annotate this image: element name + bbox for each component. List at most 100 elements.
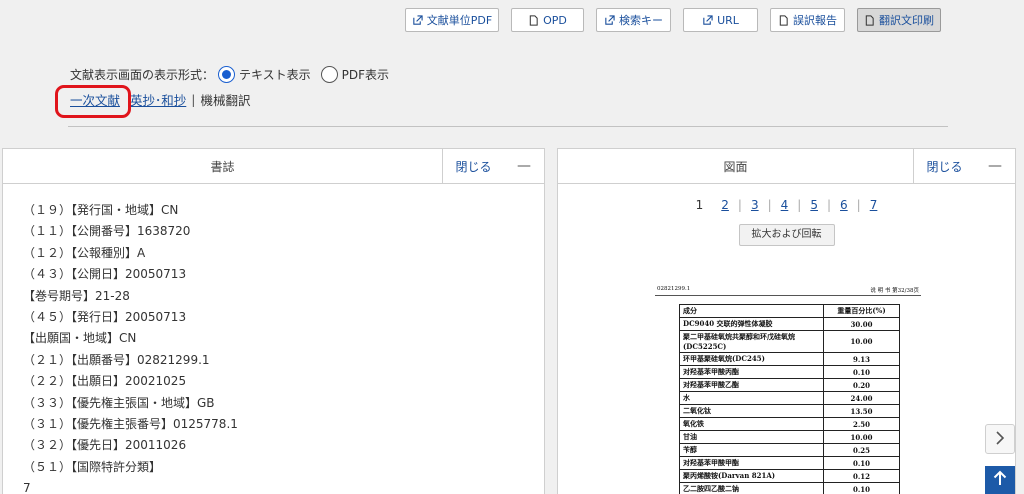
bibliography-content: （１９）【発行国・地域】CN （１１）【公開番号】1638720 （１２）【公報… bbox=[3, 184, 544, 494]
biblio-line: （１２）【公報種別】A bbox=[23, 245, 146, 260]
figure-minimize-button[interactable]: — bbox=[975, 149, 1015, 183]
scroll-to-top-button[interactable] bbox=[985, 466, 1015, 494]
document-icon bbox=[864, 14, 875, 26]
biblio-line: （２２）【出願日】20021025 bbox=[23, 374, 187, 389]
table-row: 聚二甲基硅氧烷共聚醇和环戊硅氧烷 (DC5225C) 10.00 bbox=[679, 330, 900, 353]
document-page-label: 说 明 书 第32/38页 bbox=[870, 288, 919, 294]
url-button[interactable]: URL bbox=[683, 8, 758, 32]
next-page-arrow-button[interactable] bbox=[985, 424, 1015, 454]
toolbar: 文献単位PDF OPD 検索キー URL 誤訳報告 翻訳文印刷 bbox=[405, 8, 941, 32]
percentage-cell: 13.50 bbox=[823, 404, 900, 418]
percentage-cell: 0.10 bbox=[823, 482, 900, 494]
table-row: 环甲基聚硅氧烷(DC245) 9.13 bbox=[679, 352, 900, 366]
external-link-icon bbox=[604, 14, 615, 26]
biblio-line: （１１）【公開番号】1638720 bbox=[23, 224, 191, 239]
english-japanese-abstract-link[interactable]: 英抄･和抄 bbox=[130, 90, 186, 109]
ingredient-cell: 成分 bbox=[679, 304, 824, 318]
table-row: 氧化铁 2.50 bbox=[679, 417, 900, 431]
biblio-line: （４３）【公開日】20050713 bbox=[23, 267, 187, 282]
bibliography-panel-title: 書誌 bbox=[210, 159, 235, 174]
percentage-cell: 0.12 bbox=[823, 469, 900, 483]
bibliography-close-button[interactable]: 閉じる bbox=[442, 149, 504, 183]
text-display-radio[interactable] bbox=[218, 66, 236, 83]
table-row: 对羟基苯甲酸丙酯 0.10 bbox=[679, 365, 900, 379]
figure-panel-header: 図面 閉じる — bbox=[558, 149, 1015, 184]
opd-label: OPD bbox=[543, 13, 567, 27]
ingredient-cell: 环甲基聚硅氧烷(DC245) bbox=[679, 352, 824, 366]
table-row: 苄醇 0.25 bbox=[679, 443, 900, 457]
bibliography-panel-header: 書誌 閉じる — bbox=[3, 149, 544, 184]
biblio-line: 【巻号期号】21-28 bbox=[23, 288, 130, 303]
percentage-cell: 0.25 bbox=[823, 443, 900, 457]
biblio-line: （２１）【出願番号】02821299.1 bbox=[23, 352, 210, 367]
url-label: URL bbox=[717, 13, 739, 27]
external-link-icon bbox=[702, 14, 713, 26]
document-page-header: 02821299.1 说 明 书 第32/38页 bbox=[655, 285, 921, 296]
table-row: 聚丙烯酸铵(Darvan 821A) 0.12 bbox=[679, 469, 900, 483]
percentage-cell: 30.00 bbox=[823, 317, 900, 331]
page-1-current: 1 bbox=[695, 198, 704, 212]
ingredients-table: 成分 重量百分比(%) DC9040 交联的弹性体凝胶 30.00 聚二甲基硅氧烷共聚醇… bbox=[679, 304, 900, 494]
link-separator: | bbox=[191, 92, 196, 107]
zoom-rotate-button[interactable]: 拡大および回転 bbox=[738, 224, 835, 246]
biblio-line: （３２）【優先日】20011026 bbox=[23, 438, 187, 453]
pdf-display-radio[interactable] bbox=[320, 66, 338, 83]
text-display-option-label[interactable]: テキスト表示 bbox=[239, 66, 311, 83]
ingredient-cell: 对羟基苯甲酸乙酯 bbox=[679, 378, 824, 392]
percentage-cell: 9.13 bbox=[823, 352, 900, 366]
ingredient-cell: 聚二甲基硅氧烷共聚醇和环戊硅氧烷 (DC5225C) bbox=[679, 330, 824, 353]
percentage-cell: 重量百分比(%) bbox=[823, 304, 900, 318]
biblio-line: 【出願国・地域】CN bbox=[23, 331, 137, 346]
document-unit-pdf-label: 文献単位PDF bbox=[426, 14, 493, 27]
bibliography-minimize-button[interactable]: — bbox=[504, 149, 544, 183]
document-unit-pdf-button[interactable]: 文献単位PDF bbox=[405, 8, 499, 32]
page-5-link[interactable]: 5 bbox=[801, 198, 827, 212]
page-2-link[interactable]: 2 bbox=[712, 198, 738, 212]
opd-button[interactable]: OPD bbox=[511, 8, 584, 32]
biblio-line: 7 bbox=[23, 481, 31, 494]
percentage-cell: 10.00 bbox=[823, 430, 900, 444]
table-row: 二氧化钛 13.50 bbox=[679, 404, 900, 418]
page-3-link[interactable]: 3 bbox=[742, 198, 768, 212]
figure-panel-title: 図面 bbox=[723, 159, 748, 174]
chevron-right-icon bbox=[995, 430, 1005, 449]
print-translation-button[interactable]: 翻訳文印刷 bbox=[857, 8, 941, 32]
page-7-link[interactable]: 7 bbox=[861, 198, 887, 212]
ingredient-cell: 二氧化钛 bbox=[679, 404, 824, 418]
table-row: 对羟基苯甲酸乙酯 0.20 bbox=[679, 378, 900, 392]
page-4-link[interactable]: 4 bbox=[772, 198, 798, 212]
percentage-cell: 0.10 bbox=[823, 456, 900, 470]
percentage-cell: 0.10 bbox=[823, 365, 900, 379]
print-translation-label: 翻訳文印刷 bbox=[879, 14, 934, 27]
ingredient-cell: 聚丙烯酸铵(Darvan 821A) bbox=[679, 469, 824, 483]
document-page-image[interactable]: 02821299.1 说 明 书 第32/38页 成分 重量百分比(%) DC904… bbox=[655, 285, 921, 494]
table-row: 对羟基苯甲酸甲酯 0.10 bbox=[679, 456, 900, 470]
ingredient-cell: 苄醇 bbox=[679, 443, 824, 457]
table-row: 乙二胺四乙酸二钠 0.10 bbox=[679, 482, 900, 494]
arrow-up-icon bbox=[993, 470, 1007, 490]
page-6-link[interactable]: 6 bbox=[831, 198, 857, 212]
ingredient-cell: 对羟基苯甲酸丙酯 bbox=[679, 365, 824, 379]
table-header-row: 成分 重量百分比(%) bbox=[679, 304, 900, 318]
percentage-cell: 2.50 bbox=[823, 417, 900, 431]
table-row: 甘油 10.00 bbox=[679, 430, 900, 444]
page-navigation: 1 2 | 3 | 4 | 5 | 6 | 7 bbox=[558, 198, 1015, 212]
search-key-button[interactable]: 検索キー bbox=[596, 8, 671, 32]
biblio-line: （４５）【発行日】20050713 bbox=[23, 310, 187, 325]
display-mode-label: 文献表示画面の表示形式： bbox=[70, 68, 215, 82]
pdf-display-option-label[interactable]: PDF表示 bbox=[342, 66, 389, 83]
ingredient-cell: 对羟基苯甲酸甲酯 bbox=[679, 456, 824, 470]
mistranslation-report-label: 誤訳報告 bbox=[793, 14, 837, 27]
search-key-label: 検索キー bbox=[619, 14, 663, 27]
mistranslation-report-button[interactable]: 誤訳報告 bbox=[770, 8, 845, 32]
external-link-icon bbox=[412, 14, 423, 26]
percentage-cell: 10.00 bbox=[823, 330, 900, 353]
ingredient-cell: DC9040 交联的弹性体凝胶 bbox=[679, 317, 824, 331]
biblio-line: （５１）【国際特許分類】 bbox=[23, 459, 162, 474]
table-row: DC9040 交联的弹性体凝胶 30.00 bbox=[679, 317, 900, 331]
document-icon bbox=[528, 14, 539, 26]
percentage-cell: 24.00 bbox=[823, 391, 900, 405]
biblio-line: （３３）【優先権主張国・地域】GB bbox=[23, 395, 215, 410]
figure-close-button[interactable]: 閉じる bbox=[913, 149, 975, 183]
bibliography-panel: 書誌 閉じる — （１９）【発行国・地域】CN （１１）【公開番号】163872… bbox=[2, 148, 545, 494]
